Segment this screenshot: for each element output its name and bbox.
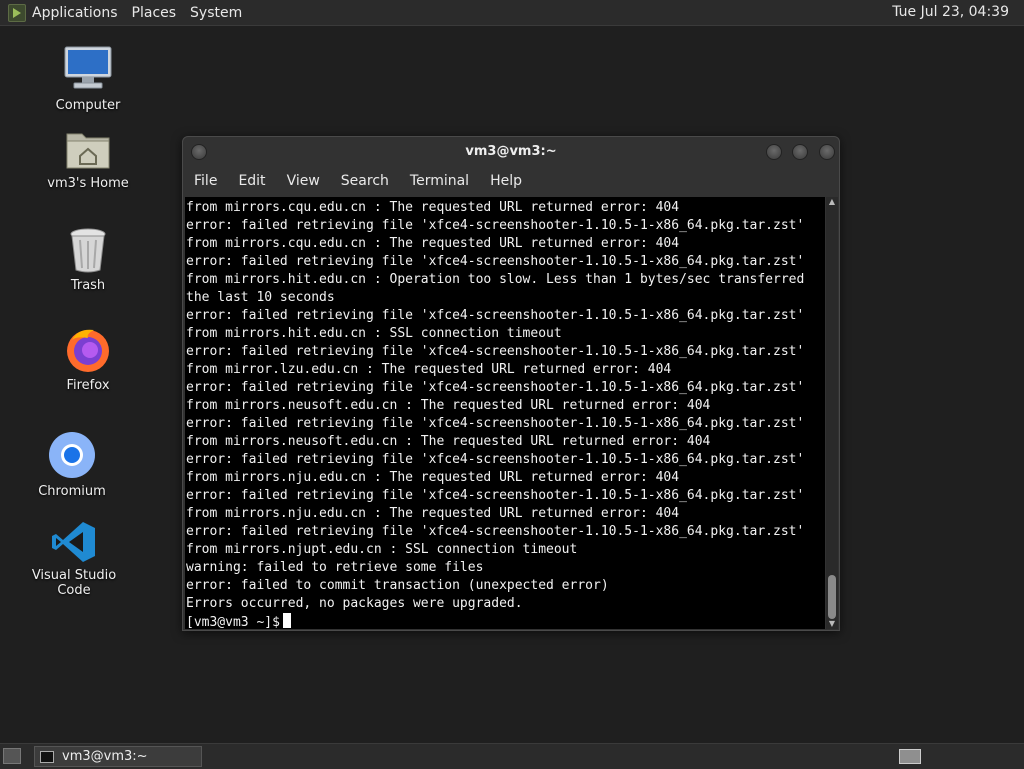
window-title[interactable]: vm3@vm3:~ <box>183 137 839 167</box>
applications-menu[interactable]: Applications <box>32 5 118 21</box>
terminal-window[interactable]: vm3@vm3:~ File Edit View Search Terminal… <box>182 136 840 631</box>
bottom-panel: vm3@vm3:~ <box>0 743 1024 769</box>
terminal-line: error: failed to commit transaction (une… <box>186 578 609 593</box>
terminal-line: from mirrors.nju.edu.cn : The requested … <box>186 470 680 485</box>
terminal-line: error: failed retrieving file 'xfce4-scr… <box>186 218 805 233</box>
scrollbar-thumb[interactable] <box>828 575 836 619</box>
desktop-icon-label: Firefox <box>66 378 110 393</box>
scroll-down-arrow-icon[interactable]: ▼ <box>826 619 838 629</box>
menu-edit[interactable]: Edit <box>238 173 265 189</box>
terminal-menubar: File Edit View Search Terminal Help <box>183 169 839 193</box>
minimize-button[interactable] <box>766 144 782 160</box>
desktop-icon-label: Trash <box>70 278 106 293</box>
desktop-icon-chromium[interactable]: Chromium <box>17 430 127 499</box>
trash-icon <box>70 228 106 273</box>
computer-icon <box>64 46 112 89</box>
terminal-line: from mirrors.cqu.edu.cn : The requested … <box>186 200 680 215</box>
menu-view[interactable]: View <box>287 173 320 189</box>
vscode-icon <box>52 522 95 562</box>
taskbar-item-terminal[interactable]: vm3@vm3:~ <box>34 746 202 767</box>
terminal-line: the last 10 seconds <box>186 290 335 305</box>
system-menu[interactable]: System <box>190 5 242 21</box>
menu-file[interactable]: File <box>194 173 217 189</box>
terminal-output[interactable]: from mirrors.cqu.edu.cn : The requested … <box>185 197 825 629</box>
terminal-line: warning: failed to retrieve some files <box>186 560 484 575</box>
terminal-line: error: failed retrieving file 'xfce4-scr… <box>186 416 805 431</box>
terminal-line: from mirrors.hit.edu.cn : SSL connection… <box>186 326 562 341</box>
desktop-icon-label: Computer <box>55 98 121 113</box>
desktop-icon-firefox[interactable]: Firefox <box>33 326 143 393</box>
terminal-scrollbar[interactable]: ▲ ▼ <box>826 197 838 629</box>
terminal-line: error: failed retrieving file 'xfce4-scr… <box>186 254 805 269</box>
desktop-icon-label: Chromium <box>38 484 106 499</box>
firefox-icon <box>67 329 109 372</box>
desktop-icon-vscode[interactable]: Visual Studio Code <box>19 520 129 598</box>
scroll-up-arrow-icon[interactable]: ▲ <box>826 197 838 207</box>
taskbar-item-label: vm3@vm3:~ <box>62 749 148 764</box>
terminal-line: from mirrors.cqu.edu.cn : The requested … <box>186 236 680 251</box>
terminal-line: from mirrors.neusoft.edu.cn : The reques… <box>186 398 711 413</box>
desktop-icon-label: vm3's Home <box>47 176 129 191</box>
terminal-line: from mirrors.nju.edu.cn : The requested … <box>186 506 680 521</box>
show-desktop-icon[interactable] <box>3 748 21 764</box>
terminal-text: from mirrors.cqu.edu.cn : The requested … <box>185 197 825 629</box>
desktop-icon-trash[interactable]: Trash <box>33 226 143 293</box>
terminal-line: error: failed retrieving file 'xfce4-scr… <box>186 344 805 359</box>
menu-search[interactable]: Search <box>341 173 389 189</box>
menu-help[interactable]: Help <box>490 173 522 189</box>
terminal-line: error: failed retrieving file 'xfce4-scr… <box>186 452 805 467</box>
terminal-line: error: failed retrieving file 'xfce4-scr… <box>186 308 805 323</box>
menu-terminal[interactable]: Terminal <box>410 173 469 189</box>
terminal-line: from mirrors.hit.edu.cn : Operation too … <box>186 272 805 287</box>
desktop-icon-computer[interactable]: Computer <box>33 44 143 113</box>
top-panel: Applications Places System Tue Jul 23, 0… <box>0 0 1024 26</box>
chromium-icon <box>49 432 95 478</box>
terminal-line: Errors occurred, no packages were upgrad… <box>186 596 523 611</box>
close-button[interactable] <box>819 144 835 160</box>
terminal-line: error: failed retrieving file 'xfce4-scr… <box>186 524 805 539</box>
terminal-icon <box>40 750 54 763</box>
maximize-button[interactable] <box>792 144 808 160</box>
terminal-line: from mirrors.neusoft.edu.cn : The reques… <box>186 434 711 449</box>
terminal-line: from mirrors.njupt.edu.cn : SSL connecti… <box>186 542 578 557</box>
applications-menu-icon[interactable] <box>8 3 26 22</box>
workspace-switcher[interactable] <box>899 749 921 764</box>
terminal-line: from mirror.lzu.edu.cn : The requested U… <box>186 362 672 377</box>
text-cursor <box>282 613 291 628</box>
terminal-line: error: failed retrieving file 'xfce4-scr… <box>186 380 805 395</box>
terminal-line: error: failed retrieving file 'xfce4-scr… <box>186 488 805 503</box>
home-folder-icon <box>66 133 110 169</box>
clock[interactable]: Tue Jul 23, 04:39 <box>892 4 1009 20</box>
desktop-icon-label: Visual Studio Code <box>31 568 117 598</box>
terminal-prompt-line[interactable]: [vm3@vm3 ~]$ <box>186 613 825 629</box>
places-menu[interactable]: Places <box>132 5 177 21</box>
shell-prompt: [vm3@vm3 ~]$ <box>186 615 280 629</box>
desktop-icon-home[interactable]: vm3's Home <box>33 128 143 191</box>
